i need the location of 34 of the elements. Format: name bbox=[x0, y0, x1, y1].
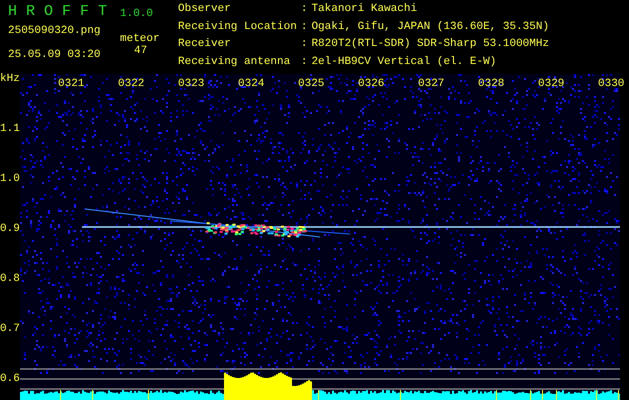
time-label: 0321 bbox=[58, 79, 84, 90]
time-label: 0330 bbox=[598, 79, 624, 90]
info-value: 2el-HB9CV Vertical (el. E-W) bbox=[311, 56, 498, 70]
time-label: 0324 bbox=[238, 79, 264, 90]
y-axis-label: 1.1 bbox=[0, 124, 20, 135]
timestamp: 25.05.09 03:20 bbox=[8, 49, 102, 61]
meteor-count: 47 bbox=[134, 45, 148, 57]
info-separator: : bbox=[300, 56, 308, 70]
axis-unit: kHz bbox=[0, 74, 20, 85]
info-label: Receiver bbox=[178, 39, 232, 52]
y-axis-label: 1.0 bbox=[0, 174, 20, 185]
y-axis-label: 0.8 bbox=[0, 274, 20, 285]
info-value: R820T2(RTL-SDR) SDR-Sharp 53.1000MHz bbox=[311, 39, 550, 52]
info-label: Observer bbox=[178, 4, 232, 17]
app-version: 1.0.0 bbox=[120, 8, 154, 20]
y-axis-label: 0.7 bbox=[0, 324, 20, 335]
info-separator: : bbox=[300, 39, 308, 52]
info-label: Receiving Location bbox=[178, 22, 297, 34]
time-label: 0329 bbox=[538, 79, 564, 90]
time-label: 0322 bbox=[118, 79, 144, 90]
info-separator: : bbox=[300, 4, 308, 17]
meteor-label: meteor bbox=[120, 33, 160, 45]
time-label: 0323 bbox=[178, 79, 204, 90]
time-label: 0327 bbox=[418, 79, 444, 90]
app-title: H R O F F T bbox=[8, 4, 108, 20]
y-axis-label: 0.9 bbox=[0, 224, 20, 235]
y-axis-label: 0.6 bbox=[0, 374, 20, 385]
info-value: Ogaki, Gifu, JAPAN (136.60E, 35.35N) bbox=[311, 22, 550, 34]
time-label: 0326 bbox=[358, 79, 384, 90]
info-separator: : bbox=[300, 22, 308, 34]
file-name: 2505090320.png bbox=[8, 25, 102, 37]
info-value: Takanori Kawachi bbox=[311, 4, 418, 17]
info-label: Receiving antenna bbox=[178, 56, 292, 70]
time-label: 0325 bbox=[298, 79, 324, 90]
